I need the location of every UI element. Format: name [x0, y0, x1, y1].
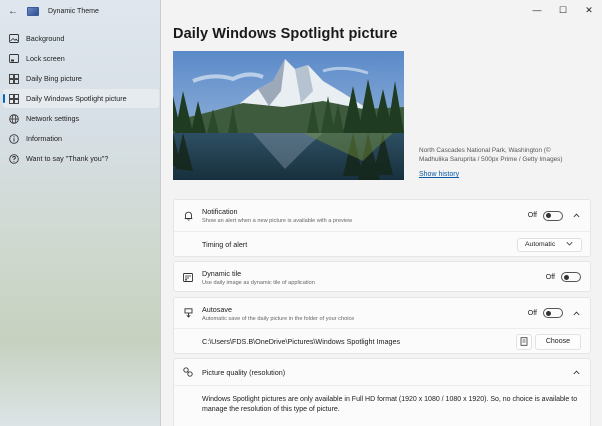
- picture-quality-row[interactable]: Picture quality (resolution): [174, 359, 590, 385]
- tiles-icon: [9, 93, 19, 104]
- dynamic-tile-subtitle: Use daily image as dynamic tile of appli…: [202, 279, 315, 286]
- sidebar-item-label: Want to say "Thank you"?: [26, 154, 109, 163]
- autosave-title: Autosave: [202, 304, 232, 314]
- choose-folder-button[interactable]: Choose: [534, 333, 581, 350]
- sidebar-item-network-settings[interactable]: Network settings: [3, 109, 159, 128]
- sidebar-item-label: Daily Bing picture: [26, 74, 82, 83]
- sidebar-item-label: Daily Windows Spotlight picture: [26, 94, 127, 103]
- dynamic-tile-card: Dynamic tile Use daily image as dynamic …: [173, 261, 591, 292]
- sidebar: ← Dynamic Theme Background Lock screen D…: [0, 0, 161, 426]
- question-icon: [9, 153, 19, 164]
- sidebar-item-lock-screen[interactable]: Lock screen: [3, 49, 159, 68]
- dynamic-tile-toggle-state: Off: [545, 273, 555, 281]
- timing-of-alert-label: Timing of alert: [202, 240, 248, 249]
- timing-of-alert-dropdown[interactable]: Automatic: [517, 237, 582, 252]
- info-icon: [9, 133, 19, 144]
- notification-toggle-state: Off: [527, 212, 537, 219]
- autosave-card: Autosave Automatic save of the daily pic…: [173, 297, 591, 354]
- dynamic-tile-toggle[interactable]: [561, 272, 581, 282]
- window-controls: — ☐ ✕: [524, 0, 602, 20]
- picture-quality-note: Windows Spotlight pictures are only avai…: [202, 396, 578, 413]
- sidebar-nav: Background Lock screen Daily Bing pictur…: [3, 29, 159, 169]
- autosave-path-row: C:\Users\FDS.B\OneDrive\Pictures\Windows…: [174, 328, 590, 354]
- dynamic-tile-title: Dynamic tile: [202, 268, 242, 278]
- back-button[interactable]: ←: [3, 1, 23, 21]
- sidebar-item-label: Information: [26, 134, 62, 143]
- picture-caption: North Cascades National Park, Washington…: [419, 147, 563, 163]
- title-bar: ← Dynamic Theme: [0, 0, 161, 22]
- sidebar-item-daily-spotlight[interactable]: Daily Windows Spotlight picture: [3, 89, 159, 108]
- main-content: — ☐ ✕ Daily Windows Spotlight picture No…: [161, 0, 602, 426]
- minimize-button[interactable]: —: [524, 0, 550, 20]
- sidebar-item-background[interactable]: Background: [3, 29, 159, 48]
- autosave-row[interactable]: Autosave Automatic save of the daily pic…: [174, 298, 590, 328]
- spotlight-picture: [173, 51, 404, 180]
- save-download-icon: [183, 308, 193, 318]
- autosave-subtitle: Automatic save of the daily picture in t…: [202, 315, 355, 322]
- app-title: Dynamic Theme: [48, 7, 99, 15]
- notification-title: Notification: [202, 207, 238, 216]
- picture-quality-title: Picture quality (resolution): [202, 367, 286, 377]
- sidebar-item-label: Background: [26, 34, 65, 43]
- bell-icon: [183, 211, 193, 221]
- page-title: Daily Windows Spotlight picture: [173, 26, 398, 42]
- chevron-up-icon[interactable]: [571, 370, 581, 375]
- timing-of-alert-value: Automatic: [525, 241, 556, 248]
- chevron-up-icon[interactable]: [571, 213, 581, 218]
- dynamic-tile-row[interactable]: Dynamic tile Use daily image as dynamic …: [174, 262, 590, 292]
- sidebar-item-daily-bing[interactable]: Daily Bing picture: [3, 69, 159, 88]
- resolution-icon: [183, 367, 193, 377]
- image-icon: [9, 34, 19, 44]
- sidebar-item-label: Network settings: [26, 114, 80, 123]
- picture-quality-card: Picture quality (resolution) Windows Spo…: [173, 358, 591, 426]
- sidebar-item-label: Lock screen: [26, 54, 65, 63]
- sidebar-item-information[interactable]: Information: [3, 129, 159, 148]
- autosave-folder-path: C:\Users\FDS.B\OneDrive\Pictures\Windows…: [202, 337, 401, 346]
- sidebar-item-thank-you[interactable]: Want to say "Thank you"?: [3, 149, 159, 168]
- autosave-toggle[interactable]: [543, 308, 563, 318]
- notification-subtitle: Show an alert when a new picture is avai…: [202, 218, 353, 224]
- show-history-link[interactable]: Show history: [419, 171, 459, 178]
- app-logo-icon: [27, 6, 39, 16]
- autosave-toggle-state: Off: [527, 309, 537, 317]
- tile-icon: [183, 272, 193, 282]
- timing-of-alert-row: Timing of alert Automatic: [174, 231, 590, 257]
- close-button[interactable]: ✕: [576, 0, 602, 20]
- notification-row[interactable]: Notification Show an alert when a new pi…: [174, 200, 590, 231]
- chevron-down-icon: [566, 241, 573, 248]
- maximize-button[interactable]: ☐: [550, 0, 576, 20]
- lock-screen-icon: [9, 54, 19, 64]
- picture-quality-note-row: Windows Spotlight pictures are only avai…: [174, 385, 590, 426]
- globe-icon: [9, 113, 19, 124]
- notification-card: Notification Show an alert when a new pi…: [173, 199, 591, 257]
- chevron-up-icon[interactable]: [571, 311, 581, 316]
- notification-toggle[interactable]: [543, 210, 563, 221]
- tiles-icon: [9, 73, 19, 84]
- open-folder-button[interactable]: [515, 333, 532, 350]
